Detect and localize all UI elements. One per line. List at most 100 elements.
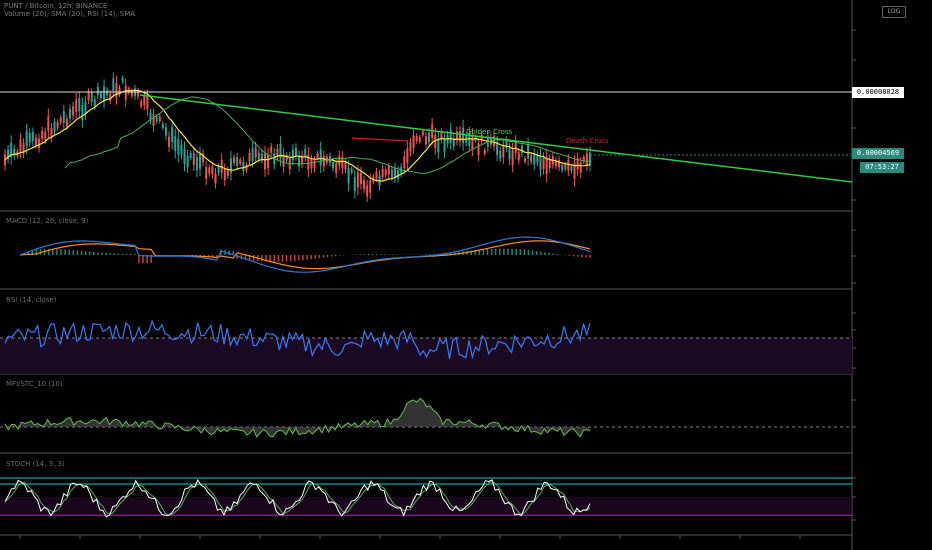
candle-body xyxy=(195,157,198,171)
candle-body xyxy=(186,155,189,168)
candle-body xyxy=(267,154,270,169)
candle-body xyxy=(124,85,127,100)
candle-body xyxy=(257,152,260,160)
candle-body xyxy=(545,158,548,175)
candle-body xyxy=(34,137,37,145)
candle-body xyxy=(415,135,418,142)
log-scale-button[interactable]: LOG xyxy=(882,6,906,18)
candle-body xyxy=(397,170,400,179)
candle-body xyxy=(409,142,412,152)
candle-body xyxy=(375,171,378,179)
candle-body xyxy=(59,117,62,123)
candle-body xyxy=(347,167,350,184)
candle-body xyxy=(146,96,149,110)
candle-body xyxy=(112,78,115,92)
candle-body xyxy=(406,148,409,163)
candle-body xyxy=(384,169,387,176)
candle-body xyxy=(294,147,297,157)
candle-body xyxy=(483,149,486,155)
candle-body xyxy=(56,122,59,128)
candle-body xyxy=(449,129,452,144)
candle-body xyxy=(217,166,220,173)
candle-body xyxy=(499,150,502,159)
candle-body xyxy=(270,146,273,153)
candle-body xyxy=(223,169,226,181)
candle-body xyxy=(511,150,514,165)
cmf-pane-label: MFI/STC_10 (10) xyxy=(6,380,63,388)
price-axis[interactable] xyxy=(852,29,856,521)
candle-body xyxy=(585,153,588,166)
candle-body xyxy=(437,138,440,153)
candle-body xyxy=(390,169,393,178)
candle-body xyxy=(338,155,341,166)
candle-body xyxy=(233,157,236,164)
time-axis[interactable] xyxy=(19,535,801,539)
candle-body xyxy=(53,122,56,131)
candle-body xyxy=(189,153,192,159)
candle-body xyxy=(428,132,431,143)
candle-body xyxy=(424,136,427,145)
stoch-pane-label: STOCH (14, 3, 3) xyxy=(6,460,65,468)
candle-body xyxy=(381,168,384,177)
candle-body xyxy=(366,185,369,197)
candle-body xyxy=(93,99,96,107)
candle-body xyxy=(140,101,143,107)
candle-body xyxy=(106,89,109,96)
candle-body xyxy=(418,137,421,142)
candle-body xyxy=(168,136,171,147)
candle-body xyxy=(171,127,174,142)
candle-body xyxy=(542,157,545,170)
candle-body xyxy=(87,92,90,101)
cmf-line xyxy=(4,397,591,438)
rsi-pane-label: RSI (14, close) xyxy=(6,296,57,304)
candle-body xyxy=(524,157,526,162)
candle-body xyxy=(387,166,390,175)
rsi-pane[interactable] xyxy=(0,319,852,374)
macd-pane[interactable] xyxy=(19,236,591,273)
candle-body xyxy=(527,144,530,159)
candle-body xyxy=(205,167,208,179)
candle-body xyxy=(84,102,87,114)
candle-body xyxy=(90,92,93,102)
candle-body xyxy=(96,86,99,96)
candle-body xyxy=(47,116,50,132)
candle-body xyxy=(69,109,71,119)
candle-body xyxy=(264,153,266,170)
candle-body xyxy=(242,161,245,172)
candle-body xyxy=(192,153,195,166)
candle-body xyxy=(65,118,68,127)
candle-body xyxy=(44,131,47,140)
candle-body xyxy=(28,133,31,143)
candle-body xyxy=(310,159,313,169)
candle-body xyxy=(443,139,446,152)
candle-body xyxy=(533,153,536,165)
candle-body xyxy=(369,180,372,193)
candle-body xyxy=(505,140,508,149)
cmf-pane[interactable] xyxy=(0,397,852,438)
candle-body xyxy=(520,145,523,154)
candle-body xyxy=(81,105,84,121)
candle-body xyxy=(471,134,474,150)
candle-body xyxy=(254,147,257,158)
candle-body xyxy=(115,83,118,98)
candle-body xyxy=(298,155,301,167)
candle-body xyxy=(502,145,505,158)
candle-body xyxy=(564,164,567,170)
chart-canvas[interactable] xyxy=(0,0,932,550)
candle-body xyxy=(199,154,201,169)
candle-body xyxy=(174,136,177,151)
candle-body xyxy=(164,127,167,136)
candle-body xyxy=(344,161,347,170)
price-pane[interactable] xyxy=(0,72,853,203)
candle-body xyxy=(462,127,465,144)
candle-body xyxy=(75,99,78,113)
indicator-legend: Volume (20), SMA (20), RSI (14), SMA xyxy=(4,10,136,18)
candle-body xyxy=(208,167,211,174)
candle-body xyxy=(319,149,322,166)
horizontal-line-price-tag: 0.00008028 xyxy=(852,87,904,98)
candle-body xyxy=(477,143,480,156)
stoch-pane[interactable] xyxy=(0,477,852,518)
candle-body xyxy=(356,172,359,188)
symbol-title: PUNT / Bitcoin, 12h, BINANCE xyxy=(4,2,108,10)
candle-body xyxy=(248,152,251,162)
